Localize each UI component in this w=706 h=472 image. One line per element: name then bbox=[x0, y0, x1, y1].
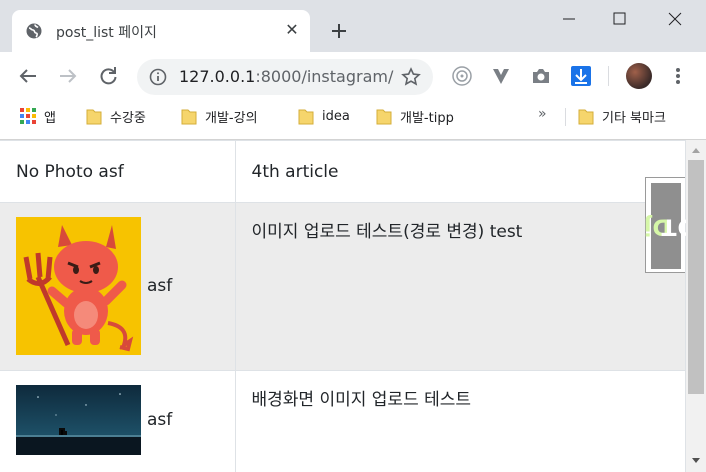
forward-arrow-icon[interactable] bbox=[56, 64, 80, 88]
extension-target-icon[interactable] bbox=[451, 65, 473, 87]
bookmarks-bar: 앱 수강중 개발-강의 idea 개발-tipp » 기타 북마크 bbox=[0, 100, 706, 132]
apps-grid-icon bbox=[20, 108, 36, 124]
bookmark-label: 수강중 bbox=[110, 110, 146, 126]
bookmark-label: 개발-tipp bbox=[400, 110, 454, 126]
extension-camera-icon[interactable] bbox=[530, 65, 552, 87]
url-path: :8000/instagram/ bbox=[255, 67, 394, 86]
debug-toolbar-handle[interactable]: Dj DT bbox=[643, 177, 696, 273]
window-close-icon[interactable] bbox=[652, 0, 698, 38]
info-icon[interactable] bbox=[149, 68, 167, 86]
post-author: asf bbox=[147, 276, 173, 296]
folder-icon bbox=[298, 109, 314, 125]
browser-tab[interactable]: post_list 페이지 ✕ bbox=[12, 10, 310, 52]
post-author-cell: asf bbox=[0, 202, 236, 371]
bookmarks-separator bbox=[565, 108, 566, 126]
post-table: No Photo asf 4th article asf 이미지 업로드 테스트… bbox=[0, 140, 686, 472]
bookmark-label: 개발-강의 bbox=[205, 110, 258, 126]
post-author-cell: No Photo asf bbox=[0, 140, 236, 203]
address-bar[interactable]: 127.0.0.1:8000/instagram/ bbox=[137, 59, 433, 95]
new-tab-plus-icon[interactable] bbox=[326, 18, 352, 44]
folder-icon bbox=[376, 109, 392, 125]
extension-v-icon[interactable] bbox=[490, 65, 512, 87]
vertical-scrollbar[interactable] bbox=[686, 140, 706, 472]
profile-avatar[interactable] bbox=[626, 63, 652, 89]
post-message: 4th article bbox=[251, 161, 339, 182]
other-bookmarks-label: 기타 북마크 bbox=[602, 110, 666, 126]
tab-strip: post_list 페이지 ✕ bbox=[0, 0, 706, 52]
reload-icon[interactable] bbox=[96, 64, 120, 88]
bookmark-folder-1[interactable]: 수강중 bbox=[86, 104, 146, 128]
window-maximize-icon[interactable] bbox=[596, 0, 642, 38]
bookmark-folder-2[interactable]: 개발-강의 bbox=[181, 104, 258, 128]
post-message-cell: 4th article bbox=[235, 140, 686, 203]
post-message: 배경화면 이미지 업로드 테스트 bbox=[251, 390, 472, 410]
table-row: No Photo asf 4th article bbox=[0, 140, 686, 203]
post-photo-devil[interactable] bbox=[16, 217, 141, 355]
bookmarks-overflow-chevron[interactable]: » bbox=[538, 106, 547, 122]
browser-toolbar: 127.0.0.1:8000/instagram/ bbox=[0, 52, 706, 100]
scroll-up-arrow-icon[interactable] bbox=[692, 148, 700, 153]
window-minimize-icon[interactable] bbox=[546, 0, 592, 38]
toolbar-separator bbox=[608, 66, 609, 86]
url-text[interactable]: 127.0.0.1:8000/instagram/ bbox=[179, 67, 393, 86]
post-photo-landscape[interactable] bbox=[16, 385, 141, 455]
bookmark-folder-3[interactable]: idea bbox=[298, 104, 350, 128]
back-arrow-icon[interactable] bbox=[16, 64, 40, 88]
post-author: asf bbox=[147, 410, 173, 430]
chrome-menu-icon[interactable] bbox=[668, 64, 688, 88]
bookmark-apps[interactable]: 앱 bbox=[20, 104, 56, 128]
folder-icon bbox=[578, 109, 594, 125]
bookmark-label: 앱 bbox=[44, 110, 56, 126]
bookmark-folder-4[interactable]: 개발-tipp bbox=[376, 104, 454, 128]
other-bookmarks[interactable]: 기타 북마크 bbox=[578, 104, 666, 128]
scrollbar-thumb[interactable] bbox=[688, 160, 704, 394]
table-row: asf 배경화면 이미지 업로드 테스트 bbox=[0, 370, 686, 472]
globe-icon bbox=[26, 23, 42, 39]
post-author-cell: asf bbox=[0, 370, 236, 472]
post-message-cell: 이미지 업로드 테스트(경로 변경) test bbox=[235, 202, 686, 371]
table-row: asf 이미지 업로드 테스트(경로 변경) test bbox=[0, 202, 686, 371]
folder-icon bbox=[86, 109, 102, 125]
page-viewport: No Photo asf 4th article asf 이미지 업로드 테스트… bbox=[0, 140, 686, 472]
post-message: 이미지 업로드 테스트(경로 변경) test bbox=[251, 222, 523, 242]
debug-toolbar-logo: Dj DT bbox=[643, 183, 696, 269]
url-host: 127.0.0.1 bbox=[179, 67, 256, 86]
bookmark-star-icon[interactable] bbox=[401, 67, 421, 87]
bookmark-label: idea bbox=[322, 108, 350, 124]
post-message-cell: 배경화면 이미지 업로드 테스트 bbox=[235, 370, 686, 472]
extension-download-icon[interactable] bbox=[570, 65, 592, 87]
post-author: No Photo asf bbox=[16, 161, 124, 182]
folder-icon bbox=[181, 109, 197, 125]
scroll-down-arrow-icon[interactable] bbox=[692, 458, 700, 463]
tab-title: post_list 페이지 bbox=[56, 25, 157, 41]
tab-close-icon[interactable]: ✕ bbox=[282, 20, 302, 40]
